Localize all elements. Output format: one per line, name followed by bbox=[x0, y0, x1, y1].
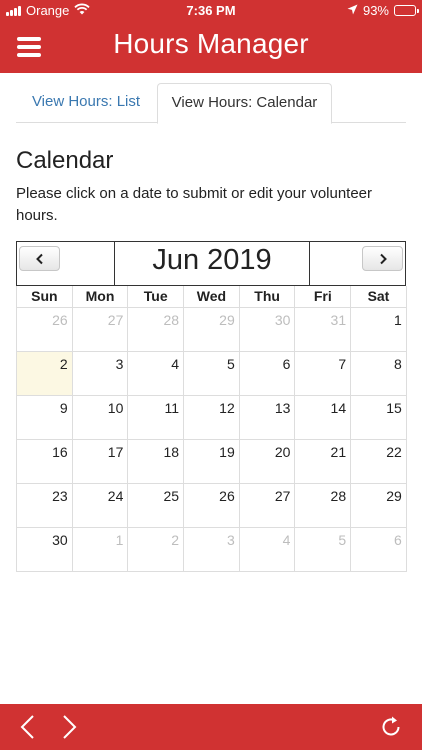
page-title: Calendar bbox=[16, 147, 114, 174]
calendar-day[interactable]: 25 bbox=[128, 484, 185, 528]
weekday-label: Wed bbox=[184, 286, 240, 308]
status-right: 93% bbox=[347, 3, 419, 18]
calendar-day[interactable]: 5 bbox=[295, 528, 352, 572]
chevron-right-icon bbox=[379, 253, 387, 264]
calendar-day[interactable]: 19 bbox=[184, 440, 240, 484]
calendar-day[interactable]: 11 bbox=[128, 396, 185, 440]
reload-icon[interactable] bbox=[374, 710, 408, 744]
month-title: Jun 2019 bbox=[152, 244, 272, 276]
tab-view-hours-list[interactable]: View Hours: List bbox=[16, 83, 156, 123]
calendar-day[interactable]: 14 bbox=[295, 396, 352, 440]
forward-arrow-icon[interactable] bbox=[53, 710, 87, 744]
calendar-day[interactable]: 27 bbox=[72, 308, 129, 352]
weekday-header-row: Sun Mon Tue Wed Thu Fri Sat bbox=[16, 286, 407, 308]
app-bar: Hours Manager bbox=[0, 22, 422, 73]
calendar-day[interactable]: 18 bbox=[128, 440, 185, 484]
calendar-day[interactable]: 29 bbox=[184, 308, 240, 352]
status-bar: Orange 7:36 PM 93% bbox=[0, 0, 422, 22]
calendar-day[interactable]: 1 bbox=[72, 528, 129, 572]
calendar-day[interactable]: 28 bbox=[295, 484, 352, 528]
calendar-day[interactable]: 16 bbox=[17, 440, 73, 484]
calendar-day[interactable]: 5 bbox=[184, 352, 240, 396]
calendar: Jun 2019 Sun Mon Tue Wed Thu Fri Sat 26 27 28 29 3… bbox=[16, 241, 407, 572]
calendar-day[interactable]: 30 bbox=[239, 308, 296, 352]
calendar-grid: 26 27 28 29 30 31 1 2 3 4 5 6 7 8 9 10 11 12 13 14 15 16 17 18 1… bbox=[16, 308, 407, 572]
calendar-day[interactable]: 4 bbox=[239, 528, 296, 572]
weekday-label: Thu bbox=[239, 286, 296, 308]
next-month-button[interactable] bbox=[362, 246, 403, 271]
calendar-day[interactable]: 13 bbox=[239, 396, 296, 440]
weekday-label: Sun bbox=[17, 286, 73, 308]
calendar-day[interactable]: 3 bbox=[72, 352, 129, 396]
calendar-day[interactable]: 7 bbox=[295, 352, 352, 396]
calendar-day[interactable]: 4 bbox=[128, 352, 185, 396]
browser-toolbar bbox=[0, 704, 422, 750]
app-header: Orange 7:36 PM 93% Hours Manager bbox=[0, 0, 422, 73]
view-tabs: View Hours: List View Hours: Calendar bbox=[16, 83, 406, 124]
battery-percent: 93% bbox=[362, 3, 389, 18]
weekday-label: Sat bbox=[351, 286, 407, 308]
calendar-day[interactable]: 26 bbox=[17, 308, 73, 352]
back-arrow-icon[interactable] bbox=[12, 710, 46, 744]
battery-icon bbox=[394, 5, 419, 16]
weekday-label: Tue bbox=[128, 286, 185, 308]
prev-month-button[interactable] bbox=[19, 246, 60, 271]
calendar-day[interactable]: 17 bbox=[72, 440, 129, 484]
calendar-day[interactable]: 6 bbox=[351, 528, 407, 572]
calendar-day[interactable]: 15 bbox=[351, 396, 407, 440]
calendar-day[interactable]: 2 bbox=[128, 528, 185, 572]
calendar-day[interactable]: 10 bbox=[72, 396, 129, 440]
weekday-label: Fri bbox=[295, 286, 352, 308]
calendar-day[interactable]: 20 bbox=[239, 440, 296, 484]
calendar-day[interactable]: 28 bbox=[128, 308, 185, 352]
app-title: Hours Manager bbox=[113, 28, 309, 59]
calendar-day[interactable]: 21 bbox=[295, 440, 352, 484]
calendar-day[interactable]: 24 bbox=[72, 484, 129, 528]
chevron-left-icon bbox=[35, 253, 43, 264]
calendar-day[interactable]: 22 bbox=[351, 440, 407, 484]
location-arrow-icon bbox=[347, 3, 358, 18]
instructions-text: Please click on a date to submit or edit… bbox=[16, 185, 373, 224]
calendar-day[interactable]: 26 bbox=[184, 484, 240, 528]
calendar-day[interactable]: 30 bbox=[17, 528, 73, 572]
weekday-label: Mon bbox=[72, 286, 129, 308]
calendar-day[interactable]: 31 bbox=[295, 308, 352, 352]
calendar-day[interactable]: 3 bbox=[184, 528, 240, 572]
calendar-day[interactable]: 27 bbox=[239, 484, 296, 528]
calendar-day[interactable]: 23 bbox=[17, 484, 73, 528]
calendar-day-today[interactable]: 2 bbox=[17, 352, 73, 396]
calendar-day[interactable]: 29 bbox=[351, 484, 407, 528]
calendar-day[interactable]: 1 bbox=[351, 308, 407, 352]
calendar-header: Jun 2019 bbox=[16, 241, 406, 286]
calendar-day[interactable]: 9 bbox=[17, 396, 73, 440]
calendar-day[interactable]: 8 bbox=[351, 352, 407, 396]
calendar-day[interactable]: 12 bbox=[184, 396, 240, 440]
tab-view-hours-calendar[interactable]: View Hours: Calendar bbox=[157, 83, 332, 124]
calendar-day[interactable]: 6 bbox=[239, 352, 296, 396]
